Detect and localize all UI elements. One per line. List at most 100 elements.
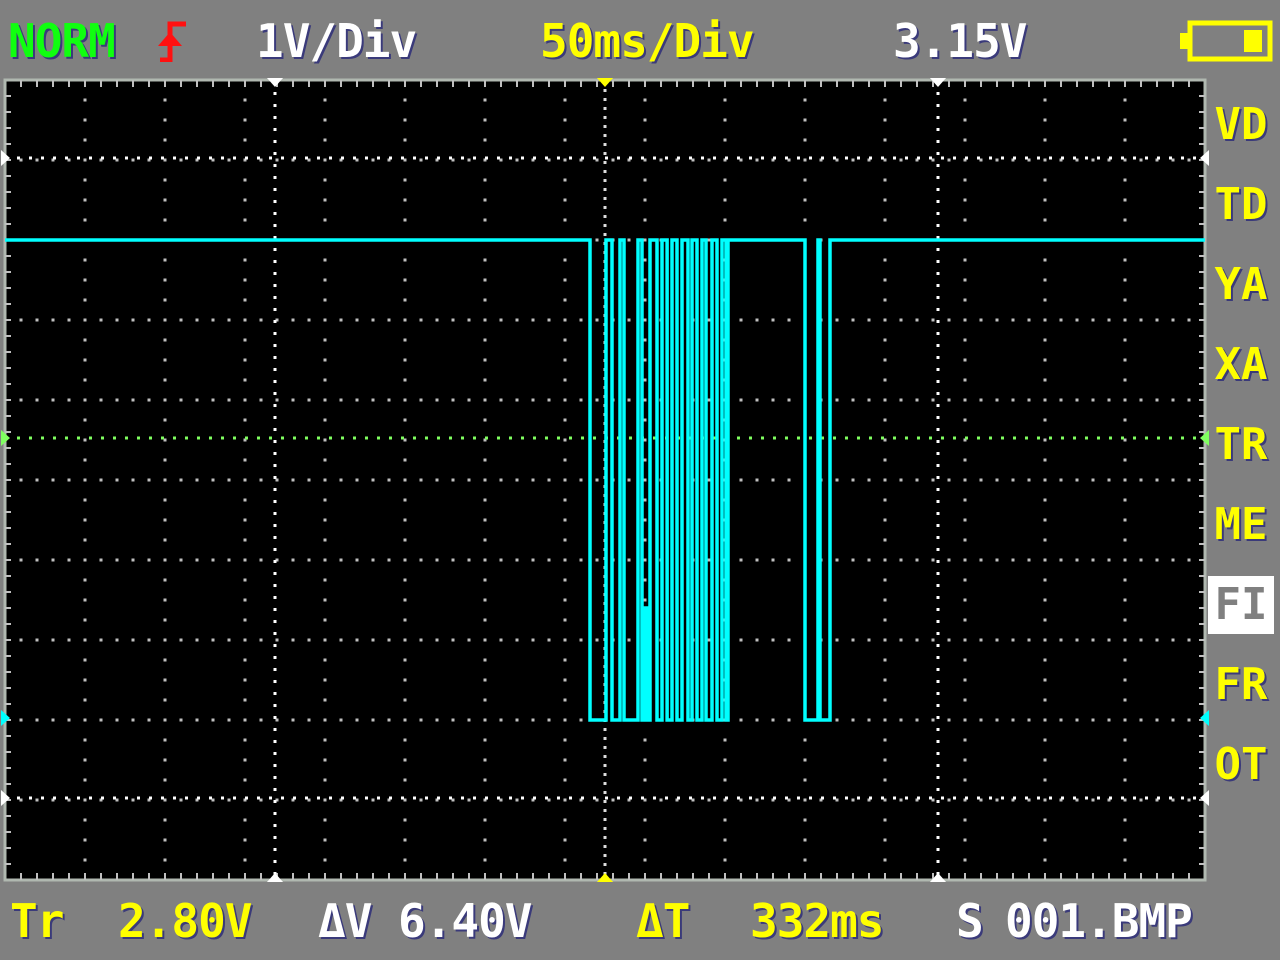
grid-dot	[563, 798, 567, 802]
grid-dot	[483, 418, 487, 422]
grid-dot	[243, 458, 247, 462]
menu-item-tr[interactable]: TR	[1208, 416, 1274, 474]
grid-dot	[403, 458, 407, 462]
grid-dot	[163, 598, 167, 602]
grid-dot	[1123, 258, 1127, 262]
grid-dot	[483, 758, 487, 762]
grid-dot	[627, 478, 631, 482]
grid-dot	[483, 458, 487, 462]
grid-dot	[723, 118, 727, 122]
grid-dot	[435, 318, 439, 322]
grid-dot	[963, 98, 967, 102]
grid-dot	[1043, 418, 1047, 422]
grid-dot	[1171, 478, 1175, 482]
grid-dot	[99, 398, 103, 402]
grid-dot	[643, 578, 647, 582]
trigger-mode: NORM	[8, 14, 116, 68]
grid-dot	[1187, 718, 1191, 722]
menu-item-vd[interactable]: VD	[1208, 96, 1274, 154]
menu-item-fr[interactable]: FR	[1208, 656, 1274, 714]
grid-dot	[1123, 738, 1127, 742]
grid-dot	[323, 118, 327, 122]
grid-dot	[323, 778, 327, 782]
grid-dot	[83, 558, 87, 562]
grid-dot	[323, 278, 327, 282]
grid-dot	[83, 778, 87, 782]
grid-dot	[1139, 558, 1143, 562]
grid-dot	[403, 618, 407, 622]
grid-dot	[403, 558, 407, 562]
grid-dot	[499, 718, 503, 722]
grid-dot	[1059, 718, 1063, 722]
grid-dot	[1027, 558, 1031, 562]
menu-item-ya[interactable]: YA	[1208, 256, 1274, 314]
grid-dot	[83, 258, 87, 262]
grid-dot	[1171, 318, 1175, 322]
grid-dot	[403, 178, 407, 182]
grid-dot	[963, 718, 967, 722]
grid-dot	[323, 498, 327, 502]
grid-dot	[83, 398, 87, 402]
grid-dot	[1091, 398, 1095, 402]
grid-dot	[483, 638, 487, 642]
grid-dot	[323, 218, 327, 222]
grid-dot	[883, 338, 887, 342]
grid-dot	[483, 558, 487, 562]
menu-item-fi[interactable]: FI	[1208, 576, 1274, 634]
grid-dot	[163, 538, 167, 542]
menu-item-me[interactable]: ME	[1208, 496, 1274, 554]
grid-dot	[1043, 478, 1047, 482]
volts-per-div[interactable]: 1V/Div	[256, 18, 417, 64]
grid-dot	[563, 538, 567, 542]
grid-dot	[643, 278, 647, 282]
grid-dot	[467, 158, 471, 162]
grid-dot	[83, 818, 87, 822]
grid-dot	[563, 618, 567, 622]
grid-dot	[403, 318, 407, 322]
grid-dot	[83, 378, 87, 382]
grid-dot	[739, 638, 743, 642]
grid-dot	[163, 618, 167, 622]
grid-dot	[1043, 778, 1047, 782]
grid-dot	[1123, 718, 1127, 722]
grid-dot	[771, 638, 775, 642]
grid-dot	[851, 478, 855, 482]
grid-dot	[579, 478, 583, 482]
grid-dot	[611, 158, 615, 162]
grid-dot	[83, 458, 87, 462]
grid-dot	[643, 738, 647, 742]
grid-dot	[83, 338, 87, 342]
grid-dot	[883, 578, 887, 582]
grid-dot	[419, 158, 423, 162]
grid-dot	[403, 758, 407, 762]
grid-dot	[323, 258, 327, 262]
grid-dot	[883, 398, 887, 402]
menu-item-xa[interactable]: XA	[1208, 336, 1274, 394]
grid-dot	[131, 398, 135, 402]
grid-dot	[1043, 818, 1047, 822]
grid-dot	[163, 858, 167, 862]
grid-dot	[963, 538, 967, 542]
grid-dot	[243, 578, 247, 582]
grid-dot	[83, 478, 87, 482]
grid-dot	[835, 718, 839, 722]
grid-dot	[963, 598, 967, 602]
grid-dot	[963, 298, 967, 302]
grid-dot	[499, 558, 503, 562]
grid-dot	[963, 398, 967, 402]
grid-dot	[563, 278, 567, 282]
grid-dot	[291, 638, 295, 642]
grid-dot	[1075, 478, 1079, 482]
time-per-div[interactable]: 50ms/Div	[540, 18, 755, 64]
grid-dot	[51, 558, 55, 562]
grid-dot	[83, 518, 87, 522]
grid-dot	[643, 298, 647, 302]
grid-dot	[403, 698, 407, 702]
menu-item-ot[interactable]: OT	[1208, 736, 1274, 794]
grid-dot	[931, 478, 935, 482]
grid-dot	[163, 218, 167, 222]
menu-item-td[interactable]: TD	[1208, 176, 1274, 234]
grid-dot	[963, 838, 967, 842]
grid-dot	[1123, 218, 1127, 222]
grid-dot	[883, 278, 887, 282]
